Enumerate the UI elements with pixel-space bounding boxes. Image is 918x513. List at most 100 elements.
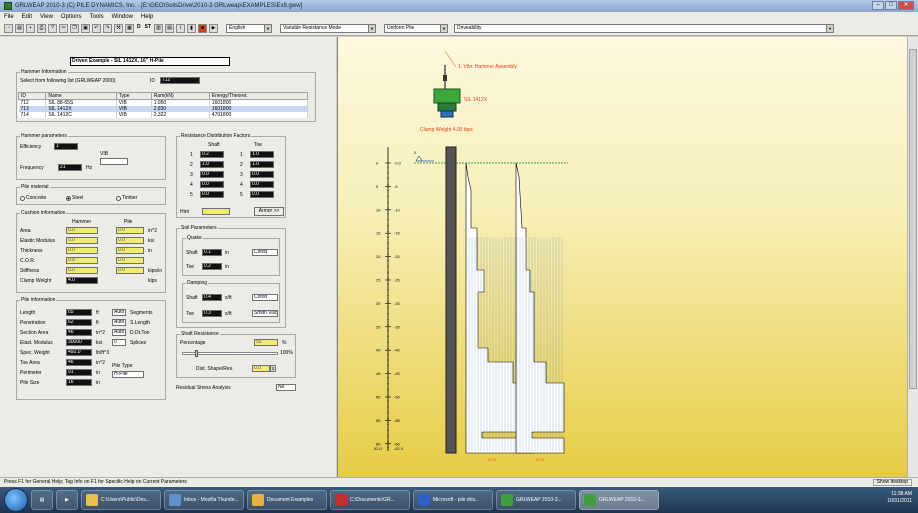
table-icon[interactable]: ▤ xyxy=(165,24,175,33)
dist-shaft-field[interactable]: 0.0 xyxy=(200,171,224,178)
quake-shaft-field[interactable]: 0.1 xyxy=(202,249,222,256)
dist-shaft-field[interactable]: 0.0 xyxy=(200,181,224,188)
pile-auto-field[interactable]: Auto xyxy=(112,309,126,316)
dist-shaft-field[interactable]: 1.0 xyxy=(200,161,224,168)
close-button[interactable]: ✕ xyxy=(898,1,914,10)
radio-concrete[interactable]: Concrete xyxy=(20,195,46,201)
print-icon[interactable]: ⎙ xyxy=(37,24,46,33)
cushion-pile-field[interactable]: 0.0 xyxy=(116,227,144,234)
cushion-pile-field[interactable]: 0.0 xyxy=(116,237,144,244)
slider-handle[interactable] xyxy=(195,350,198,357)
armor-button[interactable]: Armor >> xyxy=(254,207,284,216)
radio-timber[interactable]: Timber xyxy=(116,195,137,201)
cushion-hammer-field[interactable]: 0.0 xyxy=(66,247,98,254)
copy-icon[interactable]: ❐ xyxy=(70,24,79,33)
dist-toe-field[interactable]: 0.0 xyxy=(250,181,274,188)
menu-edit[interactable]: Edit xyxy=(22,14,32,20)
dist-toe-field[interactable]: 1.0 xyxy=(250,161,274,168)
quake-const-field[interactable]: Const xyxy=(252,249,278,256)
residual-stress-field[interactable]: No xyxy=(276,384,296,391)
cushion-hammer-field[interactable]: 0.0 xyxy=(66,227,98,234)
dist-toe-field[interactable]: 0.0 xyxy=(250,171,274,178)
open-file-icon[interactable]: ▤ xyxy=(15,24,24,33)
menu-view[interactable]: View xyxy=(40,14,53,20)
taskbar-app[interactable]: Microsoft - pile driv... xyxy=(413,490,493,510)
menu-options[interactable]: Options xyxy=(61,14,82,20)
start-button[interactable] xyxy=(4,488,28,512)
taskbar-app[interactable]: GRLWEAP 2010-3... xyxy=(496,490,576,510)
stop-icon[interactable]: ■ xyxy=(198,24,208,33)
chart-icon[interactable]: ▥ xyxy=(154,24,164,33)
damp-toe-field[interactable]: 0.3 xyxy=(202,310,222,317)
taskbar-app[interactable]: C:\Users\Public\Des... xyxy=(81,490,161,510)
undo-icon[interactable]: ↶ xyxy=(92,24,101,33)
dist-toe-field[interactable]: 0.0 xyxy=(250,191,274,198)
help-icon[interactable]: ? xyxy=(48,24,57,33)
pile-value-field[interactable]: 46 xyxy=(66,359,92,366)
col-energy[interactable]: Energy/Theoret. xyxy=(208,92,309,100)
percentage-slider[interactable] xyxy=(182,350,278,357)
vertical-scrollbar[interactable] xyxy=(907,37,918,477)
pile-value-field[interactable]: 65 xyxy=(66,309,92,316)
pile-value-field[interactable]: 46 xyxy=(66,329,92,336)
cushion-pile-field[interactable]: 0.0 xyxy=(116,247,144,254)
media-icon[interactable]: ▶ xyxy=(56,490,78,510)
cushion-hammer-field[interactable]: 0.0 xyxy=(66,237,98,244)
dist-toe-field[interactable]: 1.0 xyxy=(250,151,274,158)
taskbar-app[interactable]: C:\Documents\GR... xyxy=(330,490,410,510)
pile-value-field[interactable]: 91 xyxy=(66,369,92,376)
units-select[interactable]: English ▼ xyxy=(226,24,273,33)
col-type[interactable]: Type xyxy=(115,92,152,100)
col-ram[interactable]: Ram(kN) xyxy=(150,92,210,100)
project-title-field[interactable]: Driven Example - SIL 1412X, 16" H-Pile xyxy=(70,57,230,66)
pile-value-field[interactable]: 492.0 xyxy=(66,349,92,356)
table-row[interactable]: 714 SIL 1412C VIB 2.322 4701800 xyxy=(18,112,309,118)
analysis-select[interactable]: Driveability ▼ xyxy=(454,24,835,33)
clock-date[interactable]: 10/31/2011 xyxy=(887,498,912,505)
info-icon[interactable]: i xyxy=(176,24,186,33)
resistance-mode-select[interactable]: Variable Resistance Mode ▼ xyxy=(280,24,377,33)
cushion-hammer-field[interactable]: 4.0 xyxy=(66,277,98,284)
radio-steel[interactable]: Steel xyxy=(66,195,83,201)
pile-value-field[interactable]: 16 xyxy=(66,379,92,386)
taskbar-app[interactable]: Inbox - Mozilla Thunde... xyxy=(164,490,244,510)
paste-icon[interactable]: ▣ xyxy=(81,24,90,33)
dist-hint-field[interactable] xyxy=(202,208,230,215)
quake-toe-field[interactable]: 0.2 xyxy=(202,263,222,270)
cut-icon[interactable]: ✂ xyxy=(59,24,68,33)
hammer-id-field[interactable]: 712 xyxy=(160,77,200,84)
scrollbar-thumb[interactable] xyxy=(909,49,917,389)
taskbar-app[interactable]: Document Examples xyxy=(247,490,327,510)
spin-icon[interactable]: ⇕ xyxy=(270,365,276,372)
pile-file-select[interactable]: Uniform Pile ▼ xyxy=(384,24,449,33)
cushion-hammer-field[interactable]: 0.8 xyxy=(66,257,98,264)
efficiency-field[interactable]: 1 xyxy=(54,143,78,150)
percentage-field[interactable]: 50 xyxy=(254,339,278,346)
pile-value-field[interactable]: 62 xyxy=(66,319,92,326)
pile-auto-field[interactable]: Auto xyxy=(112,329,126,336)
vib-field[interactable] xyxy=(100,158,128,165)
run-icon[interactable]: ▶ xyxy=(209,24,219,33)
smith-visc-field[interactable]: Smith Visc. xyxy=(252,310,278,317)
pile-type-field[interactable]: H-Pile xyxy=(112,371,144,378)
redo-icon[interactable]: ↷ xyxy=(103,24,112,33)
pile-value-field[interactable]: 30000 xyxy=(66,339,92,346)
show-desktop-button[interactable]: Show desktop xyxy=(872,479,912,486)
st-button[interactable]: ST xyxy=(144,24,152,33)
dist-shape-field[interactable]: 0.0 xyxy=(252,365,270,372)
cushion-hammer-field[interactable]: 0.0 xyxy=(66,267,98,274)
damp-shaft-field[interactable]: 0.4 xyxy=(202,294,222,301)
clock-time[interactable]: 11:38 AM xyxy=(887,491,912,498)
menu-tools[interactable]: Tools xyxy=(90,14,104,20)
minimize-button[interactable]: – xyxy=(872,1,884,10)
col-id[interactable]: ID xyxy=(17,92,47,100)
hammer-icon[interactable]: ⚒ xyxy=(114,24,123,33)
cushion-pile-field[interactable]: 0.0 xyxy=(116,267,144,274)
dist-shaft-field[interactable]: 0.2 xyxy=(200,151,224,158)
grid-icon[interactable]: ▦ xyxy=(125,24,134,33)
maximize-button[interactable]: □ xyxy=(885,1,897,10)
save-icon[interactable]: ▪ xyxy=(26,24,35,33)
col-name[interactable]: Name xyxy=(45,92,117,100)
taskbar-app[interactable]: GRLWEAP 2010-3... xyxy=(579,490,659,510)
damp-const-field[interactable]: Const xyxy=(252,294,278,301)
